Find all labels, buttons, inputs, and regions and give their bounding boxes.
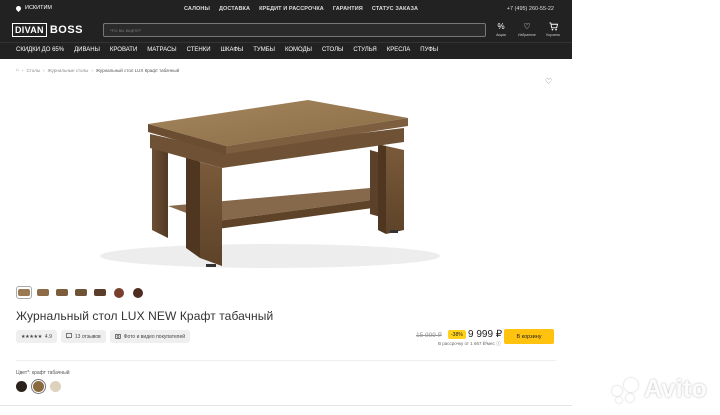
search-box bbox=[103, 23, 486, 37]
breadcrumb-separator: › bbox=[91, 67, 93, 73]
current-price: 9 999 ₽ bbox=[468, 329, 503, 340]
cart-label: Корзина bbox=[546, 33, 560, 37]
top-bar: ИСКИТИМ САЛОНЫ ДОСТАВКА КРЕДИТ И РАССРОЧ… bbox=[0, 0, 572, 20]
installment-info[interactable]: В рассрочку от 1 667 ₽/мес ⓘ bbox=[438, 341, 500, 347]
city-selector[interactable]: ИСКИТИМ bbox=[14, 4, 52, 12]
phone-number[interactable]: +7 (495) 260-55-22 bbox=[507, 6, 554, 12]
topnav-order-status[interactable]: СТАТУС ЗАКАЗА bbox=[372, 6, 418, 12]
thumbnail-image bbox=[75, 289, 87, 296]
category-poufs[interactable]: ПУФЫ bbox=[420, 47, 438, 53]
category-beds[interactable]: КРОВАТИ bbox=[110, 47, 137, 53]
category-chairs[interactable]: СТУЛЬЯ bbox=[353, 47, 376, 53]
topnav-salons[interactable]: САЛОНЫ bbox=[184, 6, 210, 12]
category-walls[interactable]: СТЕНКИ bbox=[187, 47, 211, 53]
category-sale[interactable]: СКИДКИ ДО 65% bbox=[16, 47, 64, 53]
logo[interactable]: DIVAN BOSS bbox=[12, 22, 83, 38]
thumbnail-1[interactable] bbox=[16, 286, 32, 299]
breadcrumb: ⌂ › Столы › Журнальные столы › Журнальны… bbox=[16, 67, 179, 73]
color-label: Цвет*: крафт табачный bbox=[16, 370, 70, 376]
breadcrumb-tables[interactable]: Столы bbox=[27, 68, 41, 73]
product-meta: ★★★★★ 4.9 13 отзывов Фото и видео покупа… bbox=[16, 330, 191, 343]
thumbnail-2[interactable] bbox=[35, 286, 51, 299]
heart-icon: ♡ bbox=[523, 22, 531, 31]
favorites-label: Избранное bbox=[518, 33, 536, 37]
thumbnail-image bbox=[56, 289, 68, 296]
product-title: Журнальный стол LUX NEW Крафт табачный bbox=[16, 309, 274, 323]
product-page: ИСКИТИМ САЛОНЫ ДОСТАВКА КРЕДИТ И РАССРОЧ… bbox=[0, 0, 572, 415]
city-label: ИСКИТИМ bbox=[25, 5, 52, 11]
search-input[interactable] bbox=[110, 25, 470, 35]
category-cabinets[interactable]: ТУМБЫ bbox=[253, 47, 275, 53]
category-wardrobes[interactable]: ШКАФЫ bbox=[221, 47, 244, 53]
category-armchairs[interactable]: КРЕСЛА bbox=[387, 47, 411, 53]
thumbnail-image bbox=[18, 289, 30, 296]
thumbnail-image bbox=[37, 289, 49, 296]
breadcrumb-current: Журнальный стол LUX Крафт табачный bbox=[95, 67, 180, 73]
thumbnail-6[interactable] bbox=[111, 286, 127, 299]
thumbnail-7[interactable] bbox=[130, 286, 146, 299]
color-swatch-dark[interactable] bbox=[16, 381, 27, 392]
divider bbox=[16, 360, 556, 361]
avito-watermark-text: Avito bbox=[644, 375, 708, 403]
add-to-cart-button[interactable]: В корзину bbox=[504, 329, 554, 344]
thumbnail-image bbox=[114, 287, 124, 298]
rating-stars-icon: ★★★★★ bbox=[21, 333, 42, 340]
category-nav: СКИДКИ ДО 65% ДИВАНЫ КРОВАТИ МАТРАСЫ СТЕ… bbox=[16, 47, 438, 53]
customer-photos-chip[interactable]: Фото и видео покупателей bbox=[109, 330, 191, 343]
thumbnail-strip bbox=[16, 286, 146, 299]
category-sofas[interactable]: ДИВАНЫ bbox=[74, 47, 100, 53]
thumbnail-4[interactable] bbox=[73, 286, 89, 299]
camera-icon bbox=[114, 333, 121, 341]
category-dressers[interactable]: КОМОДЫ bbox=[285, 47, 312, 53]
old-price: 15 999 ₽ bbox=[416, 332, 442, 339]
thumbnail-image bbox=[133, 287, 143, 298]
cart-icon bbox=[548, 22, 558, 31]
topnav-credit[interactable]: КРЕДИТ И РАССРОЧКА bbox=[259, 6, 324, 12]
location-pin-icon bbox=[14, 4, 23, 12]
home-icon[interactable]: ⌂ bbox=[16, 67, 19, 73]
color-swatch-craft-tobacco[interactable] bbox=[30, 378, 47, 395]
rating-chip[interactable]: ★★★★★ 4.9 bbox=[16, 330, 57, 343]
main-bar: DIVAN BOSS % Акции ♡ Избранное Корзина bbox=[0, 20, 572, 42]
reviews-count: 13 отзывов bbox=[74, 333, 101, 340]
thumbnail-5[interactable] bbox=[92, 286, 108, 299]
color-swatches bbox=[16, 378, 61, 395]
category-tables[interactable]: СТОЛЫ bbox=[322, 47, 343, 53]
header-icons: % Акции ♡ Избранное Корзина bbox=[492, 22, 562, 37]
reviews-chip[interactable]: 13 отзывов bbox=[60, 330, 106, 343]
color-swatch-light[interactable] bbox=[50, 381, 61, 392]
reviews-icon bbox=[66, 332, 72, 341]
topnav-delivery[interactable]: ДОСТАВКА bbox=[219, 6, 250, 12]
category-mattresses[interactable]: МАТРАСЫ bbox=[147, 47, 176, 53]
promotions-label: Акции bbox=[496, 33, 506, 37]
logo-text: BOSS bbox=[49, 24, 84, 36]
breadcrumb-separator: › bbox=[22, 67, 24, 73]
favorites-button[interactable]: ♡ Избранное bbox=[518, 22, 536, 37]
divider bbox=[0, 405, 572, 406]
topnav-warranty[interactable]: ГАРАНТИЯ bbox=[333, 6, 363, 12]
rating-value: 4.9 bbox=[44, 333, 52, 340]
customer-photos-label: Фото и видео покупателей bbox=[123, 333, 186, 340]
thumbnail-3[interactable] bbox=[54, 286, 70, 299]
top-nav: САЛОНЫ ДОСТАВКА КРЕДИТ И РАССРОЧКА ГАРАН… bbox=[184, 6, 418, 12]
product-image bbox=[100, 100, 440, 268]
thumbnail-image bbox=[94, 289, 106, 296]
avito-logo-icon bbox=[612, 376, 640, 404]
percent-icon: % bbox=[497, 22, 505, 31]
add-to-favorites-heart-icon[interactable]: ♡ bbox=[545, 77, 552, 86]
breadcrumb-separator: › bbox=[43, 67, 45, 73]
promotions-button[interactable]: % Акции bbox=[492, 22, 510, 37]
discount-badge: -38% bbox=[448, 330, 466, 339]
avito-watermark: Avito bbox=[612, 375, 707, 404]
category-bar: СКИДКИ ДО 65% ДИВАНЫ КРОВАТИ МАТРАСЫ СТЕ… bbox=[0, 42, 572, 59]
cart-button[interactable]: Корзина bbox=[544, 22, 562, 37]
logo-box: DIVAN bbox=[12, 23, 47, 37]
breadcrumb-coffee-tables[interactable]: Журнальные столы bbox=[48, 68, 89, 73]
